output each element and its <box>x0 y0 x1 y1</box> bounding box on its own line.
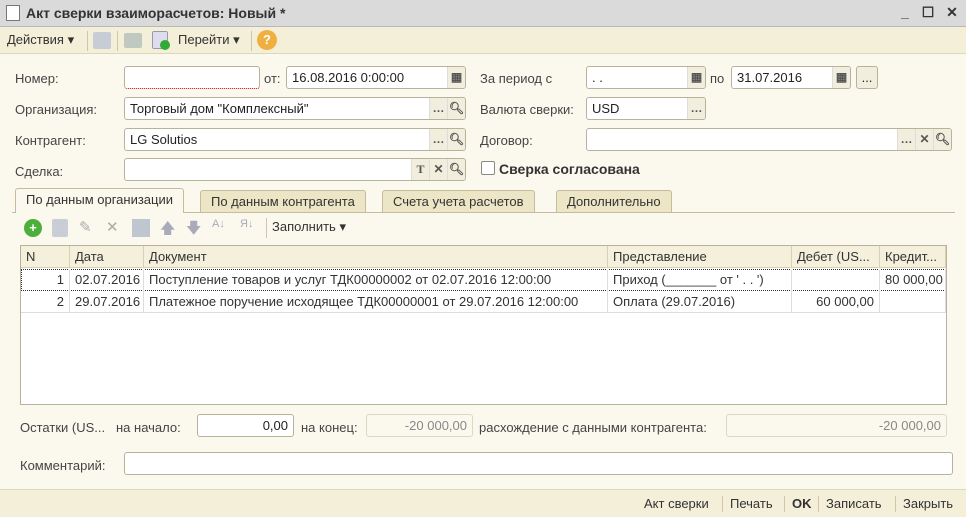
select-button[interactable]: … <box>897 129 915 150</box>
bottom-bar: Акт сверки Печать OK Записать Закрыть <box>0 489 966 517</box>
col-header-document[interactable]: Документ <box>144 246 608 268</box>
search-icon[interactable]: 🔍︎ <box>447 129 465 150</box>
close-button[interactable]: ✕ <box>943 4 961 22</box>
search-icon[interactable]: 🔍︎ <box>933 129 951 150</box>
agreed-checkbox[interactable] <box>481 161 495 175</box>
diff-label: расхождение с данными контрагента: <box>479 420 707 435</box>
period-to-label: по <box>710 71 725 86</box>
title-bar: Акт сверки взаиморасчетов: Новый * _ ☐ ✕ <box>0 0 966 27</box>
contract-label: Договор: <box>480 133 533 148</box>
edit-icon[interactable]: ✎ <box>79 218 92 236</box>
balances-label: Остатки (US... <box>20 420 106 435</box>
select-button[interactable]: … <box>429 129 447 150</box>
period-select-button[interactable]: ... <box>856 66 878 89</box>
clear-icon[interactable]: ✕ <box>915 129 933 150</box>
search-icon[interactable]: 🔍︎ <box>447 159 465 180</box>
tab-contractor-data[interactable]: По данным контрагента <box>200 190 366 212</box>
document-icon <box>6 5 20 21</box>
tab-additional[interactable]: Дополнительно <box>556 190 672 212</box>
select-button[interactable]: … <box>687 98 705 119</box>
reconciliation-report-button[interactable]: Акт сверки <box>644 496 709 511</box>
minimize-button[interactable]: _ <box>896 4 914 22</box>
tab-org-data[interactable]: По данным организации <box>15 188 184 213</box>
save-icon[interactable] <box>132 219 150 237</box>
ok-button[interactable]: OK <box>792 496 812 511</box>
sort-asc-icon[interactable]: A↓ <box>212 218 225 230</box>
close-form-button[interactable]: Закрыть <box>903 496 953 511</box>
contractor-input[interactable]: LG Solutios… 🔍︎ <box>124 128 466 151</box>
copy-add-icon[interactable] <box>152 31 170 50</box>
move-up-icon[interactable]: 🡅 <box>160 218 175 243</box>
select-button[interactable]: … <box>429 98 447 119</box>
col-header-n[interactable]: N <box>21 246 70 268</box>
add-row-icon[interactable]: + <box>24 219 42 237</box>
calendar-icon[interactable]: ▦ <box>832 67 850 88</box>
comment-label: Комментарий: <box>20 458 106 473</box>
search-icon[interactable]: 🔍︎ <box>447 98 465 119</box>
org-input[interactable]: Торговый дом "Комплексный"… 🔍︎ <box>124 97 466 120</box>
org-label: Организация: <box>15 102 98 117</box>
start-balance-label: на начало: <box>116 420 181 435</box>
currency-label: Валюта сверки: <box>480 102 574 117</box>
print-button[interactable]: Печать <box>730 496 773 511</box>
contractor-label: Контрагент: <box>15 133 86 148</box>
calendar-icon[interactable]: ▦ <box>687 67 705 88</box>
documents-table: N Дата Документ Представление Дебет (US.… <box>20 245 947 405</box>
goto-menu[interactable]: Перейти ▾ <box>178 32 240 48</box>
move-down-icon[interactable]: 🡇 <box>186 218 201 243</box>
col-header-debit[interactable]: Дебет (US... <box>792 246 880 268</box>
col-header-credit[interactable]: Кредит... <box>880 246 946 268</box>
diff-field: -20 000,00 <box>726 414 947 437</box>
number-input[interactable] <box>124 66 260 89</box>
col-header-date[interactable]: Дата <box>70 246 144 268</box>
help-button[interactable]: ? <box>257 30 277 50</box>
end-balance-field: -20 000,00 <box>366 414 473 437</box>
number-label: Номер: <box>15 71 59 86</box>
table-row[interactable]: 1 02.07.2016 Поступление товаров и услуг… <box>21 269 946 291</box>
maximize-button[interactable]: ☐ <box>919 4 937 22</box>
toolbar: Действия ▾ Перейти ▾ ? <box>0 27 966 54</box>
delete-icon[interactable]: ✕ <box>106 218 119 236</box>
sort-desc-icon[interactable]: Я↓ <box>240 218 253 230</box>
calendar-icon[interactable]: ▦ <box>447 67 465 88</box>
clear-icon[interactable]: ✕ <box>429 159 447 180</box>
period-to-input[interactable]: 31.07.2016 ▦ <box>731 66 851 89</box>
currency-input[interactable]: USD… <box>586 97 706 120</box>
refresh-icon[interactable] <box>124 33 142 48</box>
contract-input[interactable]: … ✕ 🔍︎ <box>586 128 952 151</box>
fill-menu[interactable]: Заполнить ▾ <box>272 219 346 235</box>
comment-input[interactable] <box>124 452 953 475</box>
deal-label: Сделка: <box>15 164 64 179</box>
period-from-input[interactable]: . . ▦ <box>586 66 706 89</box>
end-balance-label: на конец: <box>301 420 358 435</box>
agreed-label: Сверка согласована <box>499 161 640 177</box>
deal-input[interactable]: T ✕ 🔍︎ <box>124 158 466 181</box>
tab-accounts[interactable]: Счета учета расчетов <box>382 190 535 212</box>
date-label: от: <box>264 71 281 86</box>
window-title: Акт сверки взаиморасчетов: Новый * <box>26 5 286 21</box>
actions-menu[interactable]: Действия ▾ <box>7 32 74 48</box>
copy-row-icon[interactable] <box>52 219 68 237</box>
start-balance-input[interactable]: 0,00 <box>197 414 294 437</box>
save-button[interactable]: Записать <box>826 496 882 511</box>
post-icon[interactable] <box>93 32 111 49</box>
period-label: За период с <box>480 71 553 86</box>
text-type-icon[interactable]: T <box>411 159 429 180</box>
date-input[interactable]: 16.08.2016 0:00:00 ▦ <box>286 66 466 89</box>
table-row[interactable]: 2 29.07.2016 Платежное поручение исходящ… <box>21 291 946 313</box>
col-header-representation[interactable]: Представление <box>608 246 792 268</box>
